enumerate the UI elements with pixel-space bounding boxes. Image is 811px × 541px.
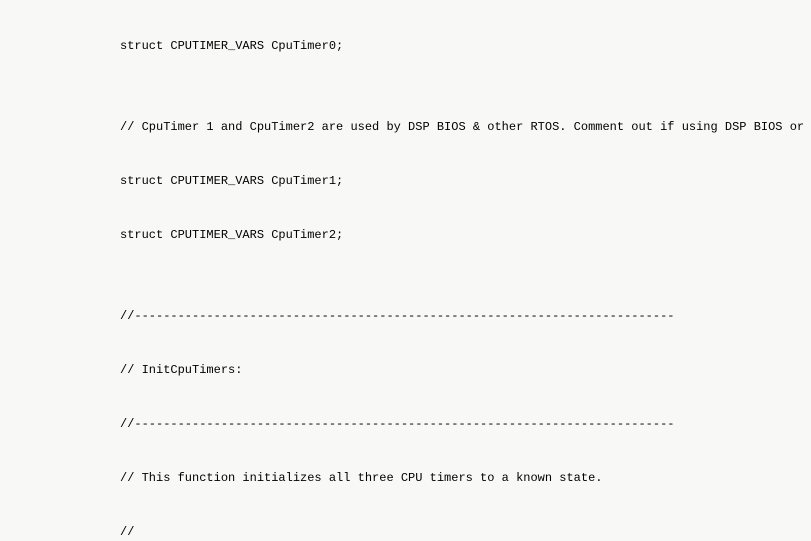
code-line: struct CPUTIMER_VARS CpuTimer2; [120,222,811,249]
code-line: // This function initializes all three C… [120,465,811,492]
code-line: //--------------------------------------… [120,411,811,438]
code-line: // CpuTimer 1 and CpuTimer2 are used by … [120,114,811,141]
code-block: struct CPUTIMER_VARS CpuTimer0; // CpuTi… [0,0,811,541]
code-line: //--------------------------------------… [120,303,811,330]
code-line: // InitCpuTimers: [120,357,811,384]
code-line: struct CPUTIMER_VARS CpuTimer1; [120,168,811,195]
code-line: // [120,519,811,541]
code-line: struct CPUTIMER_VARS CpuTimer0; [120,33,811,60]
